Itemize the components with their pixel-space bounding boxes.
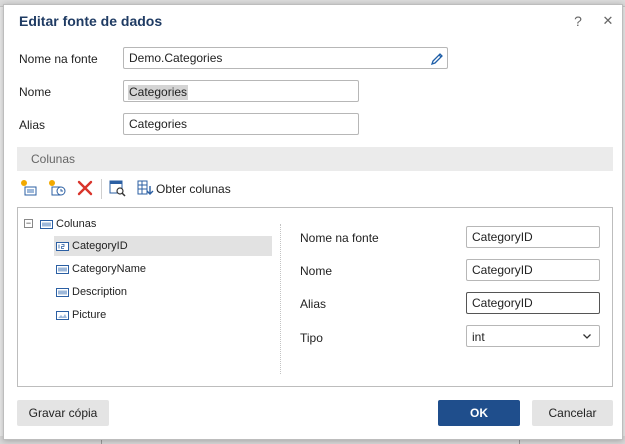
tree-item-categoryid[interactable]: CategoryID — [54, 236, 272, 256]
source-name-input[interactable] — [123, 47, 448, 69]
alias-input[interactable] — [123, 113, 359, 135]
cancel-button[interactable]: Cancelar — [532, 400, 613, 426]
tree-item-description[interactable]: Description — [56, 282, 127, 302]
numeric-column-icon — [56, 241, 69, 251]
string-column-icon — [56, 287, 69, 297]
save-copy-button[interactable]: Gravar cópia — [17, 400, 109, 426]
image-column-icon — [56, 310, 69, 320]
prop-source-name-label: Nome na fonte — [300, 231, 379, 245]
new-column-icon[interactable] — [20, 179, 38, 197]
panel-divider — [280, 224, 281, 374]
columns-section-title: Colunas — [31, 152, 76, 166]
columns-section-header: Colunas — [17, 147, 613, 171]
close-icon[interactable]: ✕ — [599, 12, 617, 30]
tree-item-label: CategoryID — [72, 240, 128, 252]
tree-item-label: CategoryName — [72, 263, 146, 275]
prop-alias-input[interactable] — [466, 292, 600, 314]
preview-data-icon[interactable] — [108, 179, 126, 197]
ok-button[interactable]: OK — [438, 400, 520, 426]
tree-item-picture[interactable]: Picture — [56, 305, 106, 325]
tree-item-label: Picture — [72, 309, 107, 321]
help-icon[interactable]: ? — [569, 12, 587, 30]
prop-name-input[interactable] — [466, 259, 600, 281]
dialog-title: Editar fonte de dados — [19, 13, 163, 29]
type-select[interactable]: int — [466, 325, 600, 347]
type-select-value: int — [472, 330, 485, 344]
prop-type-label: Tipo — [300, 331, 323, 345]
string-column-icon — [56, 264, 69, 274]
delete-icon[interactable] — [76, 179, 94, 197]
edit-pencil-icon[interactable] — [430, 52, 444, 66]
tree-item-categoryname[interactable]: CategoryName — [56, 259, 146, 279]
columns-root-icon — [40, 219, 53, 229]
source-name-label: Nome na fonte — [19, 52, 98, 66]
retrieve-columns-button[interactable]: Obter colunas — [156, 182, 231, 196]
tree-root-columns[interactable]: Colunas — [40, 214, 96, 234]
tree-item-label: Description — [72, 286, 128, 298]
collapse-icon[interactable]: − — [24, 219, 33, 228]
new-calculated-column-icon[interactable] — [48, 179, 66, 197]
name-input-selected-text: Categories — [128, 85, 189, 100]
edit-data-source-dialog: Editar fonte de dados ? ✕ Nome na fonte … — [3, 4, 623, 440]
retrieve-columns-icon[interactable] — [136, 179, 154, 197]
columns-panel: − Colunas CategoryID CategoryName Descri — [17, 207, 613, 387]
prop-name-label: Nome — [300, 264, 333, 278]
tree-root-label: Colunas — [56, 218, 97, 230]
prop-alias-label: Alias — [300, 297, 327, 311]
alias-label: Alias — [19, 118, 46, 132]
name-label: Nome — [19, 85, 52, 99]
chevron-down-icon — [583, 334, 591, 339]
prop-source-name-input[interactable] — [466, 226, 600, 248]
